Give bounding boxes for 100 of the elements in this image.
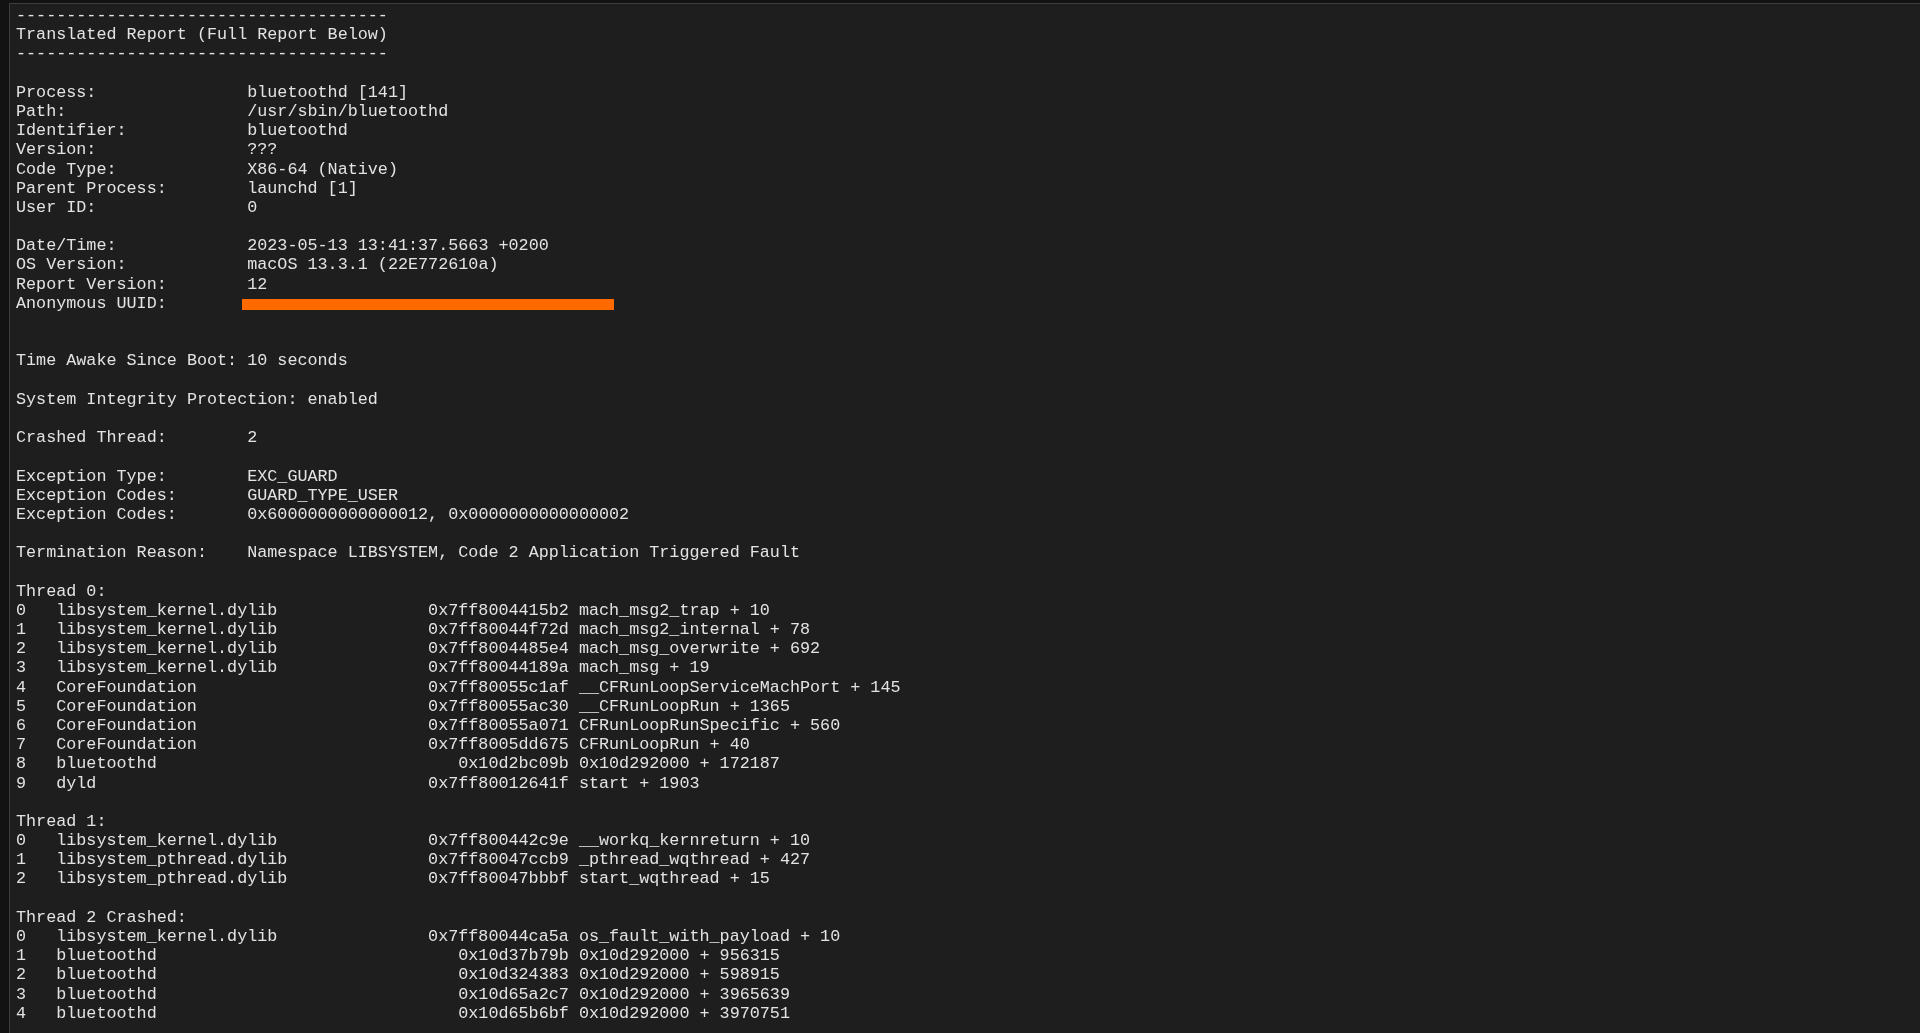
- thread-heading: Thread 2 Crashed:: [16, 907, 187, 928]
- symbol-name: 0x10d292000 + 172187: [578, 754, 780, 774]
- field-value: bluetoothd: [247, 121, 348, 141]
- memory-address: 0x7ff80044ca5a: [428, 927, 569, 947]
- frame-index: 3: [16, 658, 27, 678]
- memory-address: 0x7ff80044189a: [428, 658, 569, 678]
- memory-address: 0x7ff8004415b2: [428, 600, 569, 621]
- memory-address: 0x10d65b6bf: [458, 1003, 569, 1023]
- frame-index: 1: [16, 850, 27, 870]
- library-name: libsystem_kernel.dylib: [56, 600, 278, 621]
- library-name: libsystem_kernel.dylib: [56, 620, 278, 640]
- frame-index: 7: [16, 735, 27, 755]
- library-name: libsystem_pthread.dylib: [56, 850, 288, 870]
- library-name: CoreFoundation: [56, 677, 197, 697]
- library-name: libsystem_pthread.dylib: [56, 869, 288, 889]
- field-label: Code Type:: [16, 159, 118, 179]
- frame-index: 8: [16, 754, 27, 774]
- memory-address: 0x7ff80047ccb9: [428, 850, 569, 870]
- frame-index: 1: [16, 946, 27, 966]
- memory-address: 0x10d65a2c7: [458, 984, 569, 1004]
- memory-address: 0x7ff800442c9e: [428, 831, 569, 851]
- field-value: X86-64 (Native): [247, 159, 398, 179]
- field-label: Anonymous UUID:: [16, 293, 168, 313]
- memory-address: 0x10d37b79b: [458, 946, 569, 966]
- memory-address: 0x7ff80044f72d: [428, 620, 569, 640]
- report-title: Translated Report (Full Report Below): [16, 25, 388, 45]
- frame-index: 0: [16, 831, 27, 851]
- field-value: EXC_GUARD: [247, 466, 338, 486]
- symbol-name: 0x10d292000 + 3965639: [578, 984, 790, 1004]
- library-name: bluetoothd: [56, 965, 157, 985]
- memory-address: 0x10d324383: [458, 965, 569, 985]
- field-label: Report Version:: [16, 274, 168, 294]
- frame-index: 4: [16, 1003, 27, 1023]
- symbol-name: mach_msg2_trap + 10: [578, 600, 770, 621]
- field-value: 0: [247, 197, 258, 218]
- library-name: libsystem_kernel.dylib: [56, 639, 278, 659]
- field-label: Version:: [16, 140, 98, 160]
- library-name: CoreFoundation: [56, 735, 197, 755]
- memory-address: 0x7ff80055c1af: [428, 677, 569, 697]
- symbol-name: 0x10d292000 + 956315: [578, 946, 780, 966]
- library-name: bluetoothd: [56, 984, 157, 1004]
- thread-heading: Thread 1:: [16, 811, 107, 832]
- memory-address: 0x7ff80012641f: [428, 773, 569, 793]
- symbol-name: 0x10d292000 + 598915: [578, 965, 780, 985]
- thread-heading: Thread 0:: [16, 581, 107, 601]
- field-label: Crashed Thread:: [16, 428, 168, 448]
- field-label: OS Version:: [16, 255, 128, 275]
- memory-address: 0x7ff8004485e4: [428, 639, 569, 659]
- memory-address: 0x7ff8005dd675: [428, 735, 569, 755]
- field-label: Termination Reason:: [16, 543, 208, 563]
- library-name: libsystem_kernel.dylib: [56, 658, 278, 678]
- field-value: macOS 13.3.1 (22E772610a): [247, 255, 499, 275]
- symbol-name: mach_msg + 19: [578, 658, 710, 678]
- field-value: ???: [247, 140, 278, 160]
- symbol-name: start_wqthread + 15: [578, 869, 770, 889]
- dashed-rule-text: -------------------------------------: [16, 6, 388, 26]
- symbol-name: _pthread_wqthread + 427: [578, 850, 811, 870]
- field-value: launchd [1]: [247, 178, 358, 198]
- report-line: System Integrity Protection: enabled: [16, 389, 378, 409]
- field-value: 2: [247, 428, 258, 448]
- library-name: libsystem_kernel.dylib: [56, 831, 278, 851]
- field-value: 0x6000000000000012, 0x0000000000000002: [247, 504, 630, 525]
- symbol-name: __workq_kernreturn + 10: [578, 831, 811, 851]
- symbol-name: start + 1903: [578, 773, 700, 793]
- frame-index: 0: [16, 600, 27, 621]
- symbol-name: mach_msg_overwrite + 692: [578, 639, 821, 659]
- memory-address: 0x7ff80055a071: [428, 715, 569, 736]
- dashed-rule-text: -------------------------------------: [16, 44, 388, 64]
- field-label: Identifier:: [16, 121, 128, 141]
- symbol-name: __CFRunLoopServiceMachPort + 145: [578, 677, 901, 697]
- library-name: CoreFoundation: [56, 696, 197, 716]
- frame-index: 2: [16, 639, 27, 659]
- library-name: bluetoothd: [56, 1003, 157, 1023]
- field-label: Process:: [16, 82, 98, 102]
- field-label: Exception Codes:: [16, 485, 178, 505]
- library-name: CoreFoundation: [56, 715, 197, 736]
- report-line: Time Awake Since Boot: 10 seconds: [16, 351, 348, 371]
- symbol-name: os_fault_with_payload + 10: [578, 927, 841, 947]
- library-name: dyld: [56, 773, 97, 793]
- field-label: Exception Type:: [16, 466, 168, 486]
- frame-index: 6: [16, 715, 27, 736]
- library-name: bluetoothd: [56, 754, 157, 774]
- memory-address: 0x7ff80047bbbf: [428, 869, 569, 889]
- memory-address: 0x7ff80055ac30: [428, 696, 569, 716]
- field-value: GUARD_TYPE_USER: [247, 485, 398, 505]
- symbol-name: CFRunLoopRunSpecific + 560: [578, 715, 841, 736]
- field-value: /usr/sbin/bluetoothd: [247, 101, 449, 122]
- field-label: Parent Process:: [16, 178, 168, 198]
- field-label: Path:: [16, 101, 68, 122]
- library-name: bluetoothd: [56, 946, 157, 966]
- field-label: Date/Time:: [16, 236, 118, 256]
- field-value: bluetoothd [141]: [247, 82, 408, 102]
- frame-index: 2: [16, 869, 27, 889]
- symbol-name: CFRunLoopRun + 40: [578, 735, 750, 755]
- frame-index: 3: [16, 984, 27, 1004]
- field-value: 2023-05-13 13:41:37.5663 +0200: [247, 236, 549, 256]
- symbol-name: 0x10d292000 + 3970751: [578, 1003, 790, 1023]
- field-value: 12: [247, 274, 268, 294]
- field-label: User ID:: [16, 197, 98, 218]
- symbol-name: __CFRunLoopRun + 1365: [578, 696, 790, 716]
